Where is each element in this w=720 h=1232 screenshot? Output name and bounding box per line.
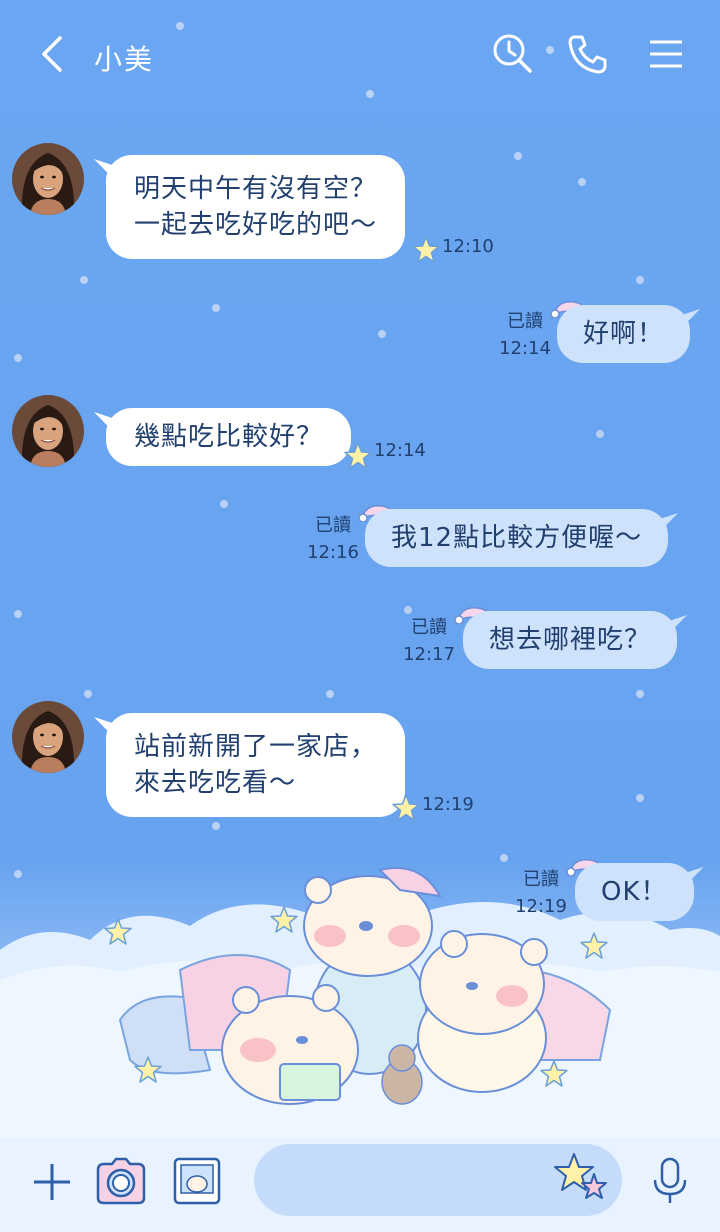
message-text: 明天中午有沒有空？ [134,174,378,204]
image-icon[interactable] [172,1156,222,1206]
message-bubble[interactable]: 我12點比較方便喔～ [365,509,669,567]
message-time: 12:17 [403,644,455,665]
read-label: 已讀 [411,617,447,638]
mic-icon[interactable] [648,1156,692,1206]
avatar[interactable] [12,143,84,215]
message-bubble[interactable]: 想去哪裡吃？ [463,611,678,669]
read-label: 已讀 [315,515,351,536]
message-text: 幾點吃比較好？ [134,422,324,452]
read-status: 已讀 12:19 [514,866,568,920]
message-bubble[interactable]: 站前新開了一家店， 來去吃吃看～ [106,713,406,817]
message-time: 12:16 [307,542,359,563]
chat-header: 小美 [0,0,720,108]
message-text: 來去吃吃看～ [134,768,297,798]
menu-icon[interactable] [644,32,688,76]
message-time: 12:19 [515,896,567,917]
message-bubble[interactable]: 好啊！ [557,305,691,363]
message-time: 12:19 [422,794,474,815]
back-icon[interactable] [34,34,74,74]
phone-icon[interactable] [566,32,610,76]
search-icon[interactable] [490,32,534,76]
avatar[interactable] [12,395,84,467]
message-time: 12:14 [499,338,551,359]
message-text: 站前新開了一家店， [134,732,378,762]
read-status: 已讀 12:16 [306,512,360,566]
message-text: 我12點比較方便喔～ [391,523,643,553]
chat-screen: 小美 明天中午有沒有空？ 一起去吃好吃的吧～ 12:10 已讀 12:14 好啊… [0,0,720,1232]
message-bubble[interactable]: OK！ [575,863,694,921]
camera-icon[interactable] [94,1156,148,1206]
message-text: 一起去吃好吃的吧～ [134,210,378,240]
message-text: 想去哪裡吃？ [489,625,652,655]
star-icon [344,442,372,469]
read-status: 已讀 12:14 [498,308,552,362]
message-bubble[interactable]: 明天中午有沒有空？ 一起去吃好吃的吧～ [106,155,406,259]
plus-icon[interactable] [30,1160,74,1204]
message-bubble[interactable]: 幾點吃比較好？ [106,408,352,466]
read-status: 已讀 12:17 [402,614,456,668]
star-icon [412,236,440,263]
chat-title[interactable]: 小美 [94,38,154,78]
message-time: 12:14 [374,440,426,461]
read-label: 已讀 [507,311,543,332]
avatar[interactable] [12,701,84,773]
sticker-icon[interactable] [554,1152,608,1206]
message-time: 12:10 [442,236,494,257]
message-text: OK！ [601,877,668,907]
read-label: 已讀 [523,869,559,890]
message-input[interactable] [278,1144,552,1218]
star-icon [392,794,420,821]
message-text: 好啊！ [583,319,665,349]
